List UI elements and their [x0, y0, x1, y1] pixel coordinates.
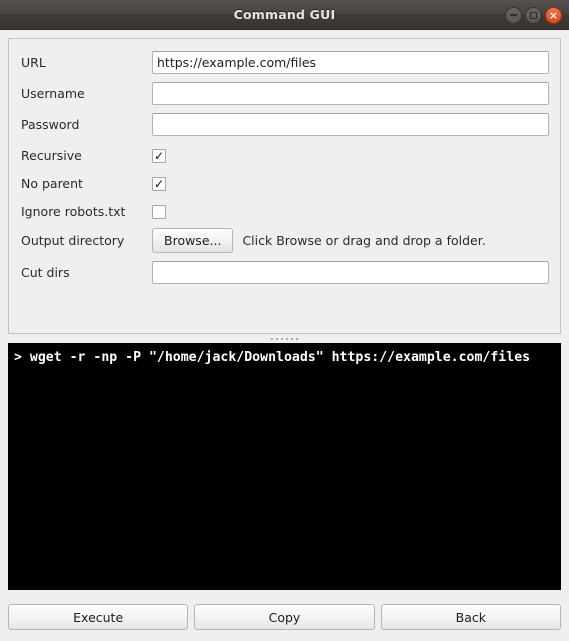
form-row-username: Username: [21, 82, 550, 105]
back-button[interactable]: Back: [380, 604, 561, 630]
no-parent-checkbox[interactable]: ✓: [152, 176, 166, 191]
password-input[interactable]: [152, 113, 549, 136]
form-row-password: Password: [21, 113, 550, 136]
action-button-bar: Execute Copy Back: [8, 590, 561, 633]
output-directory-hint: Click Browse or drag and drop a folder.: [242, 233, 486, 248]
ignore-robots-checkbox[interactable]: [152, 204, 166, 219]
form-row-recursive: Recursive ✓: [21, 144, 550, 167]
maximize-button[interactable]: [525, 6, 542, 24]
maximize-icon: [530, 11, 537, 19]
splitter-grip-dot: [271, 337, 273, 340]
window-titlebar: Command GUI ×: [0, 0, 569, 30]
window-body: URL Username Password Recursive ✓ No par…: [0, 30, 569, 641]
output-directory-label: Output directory: [21, 233, 125, 248]
splitter-grip-dot: [296, 337, 298, 340]
url-label: URL: [21, 55, 46, 70]
url-input[interactable]: [152, 51, 549, 74]
terminal-command-line: > wget -r -np -P "/home/jack/Downloads" …: [14, 350, 531, 365]
copy-button[interactable]: Copy: [194, 604, 375, 630]
close-button[interactable]: ×: [545, 6, 562, 24]
options-form-panel: URL Username Password Recursive ✓ No par…: [8, 38, 561, 334]
browse-button[interactable]: Browse...: [152, 228, 234, 253]
cut-dirs-label: Cut dirs: [21, 265, 70, 280]
form-row-url: URL: [21, 51, 550, 74]
splitter-grip-dot: [281, 337, 283, 340]
minimize-icon: [510, 14, 517, 16]
window-title: Command GUI: [233, 7, 336, 22]
username-label: Username: [21, 86, 85, 101]
splitter-grip-dot: [276, 337, 278, 340]
splitter-grip-dot: [291, 337, 293, 340]
recursive-label: Recursive: [21, 148, 82, 163]
window-controls: ×: [505, 0, 562, 30]
form-row-ignore-robots: Ignore robots.txt: [21, 200, 550, 223]
recursive-checkbox[interactable]: ✓: [152, 148, 166, 163]
no-parent-label: No parent: [21, 176, 83, 191]
command-output-terminal[interactable]: > wget -r -np -P "/home/jack/Downloads" …: [8, 343, 561, 590]
form-row-cut-dirs: Cut dirs: [21, 261, 550, 284]
minimize-button[interactable]: [505, 6, 522, 24]
cut-dirs-input[interactable]: [152, 261, 549, 284]
splitter-grip-dot: [286, 337, 288, 340]
form-row-no-parent: No parent ✓: [21, 172, 550, 195]
username-input[interactable]: [152, 82, 549, 105]
close-icon: ×: [548, 8, 559, 22]
ignore-robots-label: Ignore robots.txt: [21, 204, 126, 219]
execute-button[interactable]: Execute: [8, 604, 189, 630]
panel-splitter[interactable]: [8, 334, 561, 343]
form-row-output-directory: Output directory Browse... Click Browse …: [21, 228, 550, 253]
password-label: Password: [21, 117, 80, 132]
